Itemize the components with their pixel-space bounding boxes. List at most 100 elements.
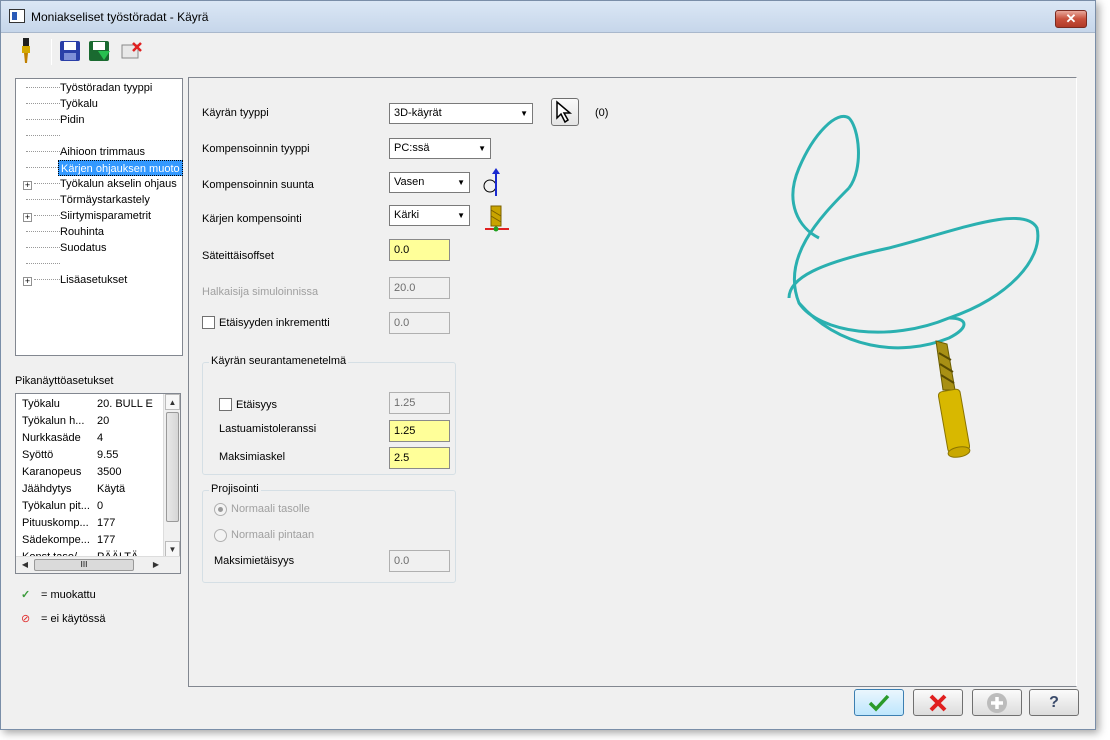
tip-comp-value: Kärki <box>394 209 420 221</box>
comp-type-select[interactable]: PC:ssä ▼ <box>389 138 491 159</box>
chordal-tolerance-input[interactable]: 1.25 <box>389 420 450 442</box>
expand-icon[interactable]: + <box>23 277 32 286</box>
tree-connector <box>26 151 60 152</box>
comp-dir-label: Kompensoinnin suunta <box>202 179 314 191</box>
tree-item-tip-control[interactable]: Kärjen ohjauksen muoto <box>58 160 183 176</box>
depth-increment-label: Etäisyyden inkrementti <box>219 317 330 329</box>
tree-connector <box>34 279 60 280</box>
tree-connector <box>26 263 60 264</box>
depth-increment-checkbox[interactable] <box>202 316 215 329</box>
quick-key: Jäähdytys <box>22 483 72 495</box>
picked-count: (0) <box>595 107 609 119</box>
tree-item-roughing[interactable]: Rouhinta <box>60 224 104 240</box>
tree-connector <box>34 215 60 216</box>
ok-button[interactable] <box>854 689 904 716</box>
list-item: Sädekompe... 177 <box>22 532 153 549</box>
tree-item-collision[interactable]: Törmäystarkastely <box>60 192 150 208</box>
horizontal-scrollbar[interactable]: ◀ III ▶ <box>16 556 180 573</box>
legend-modified: ✓ = muokattu <box>21 588 96 601</box>
distance-label: Etäisyys <box>236 399 277 411</box>
max-step-input[interactable]: 2.5 <box>389 447 450 469</box>
scroll-up-icon[interactable]: ▲ <box>165 394 180 410</box>
cross-icon <box>929 694 947 711</box>
quick-value: 20 <box>97 415 110 427</box>
quick-value: 0 <box>97 500 104 512</box>
quick-value: 177 <box>97 517 116 529</box>
check-icon: ✓ <box>21 589 31 601</box>
comp-dir-value: Vasen <box>394 176 425 188</box>
list-item: Työkalun pit... 0 <box>22 498 153 515</box>
toolbar <box>9 35 1089 73</box>
projection-title: Projisointi <box>209 483 261 495</box>
save-and-calc-icon[interactable] <box>87 37 113 65</box>
max-distance-label: Maksimietäisyys <box>214 555 295 567</box>
sim-diameter-input[interactable]: 20.0 <box>389 277 450 299</box>
max-distance-input[interactable]: 0.0 <box>389 550 450 572</box>
tool-icon[interactable] <box>13 37 39 65</box>
quick-key: Syöttö <box>22 449 54 461</box>
tree-item-stock-trim[interactable]: Aihioon trimmaus <box>60 144 145 160</box>
normal-to-plane-radio[interactable] <box>214 503 227 516</box>
quick-value: 4 <box>97 432 104 444</box>
close-button[interactable]: ✕ <box>1055 10 1087 28</box>
quick-key: Työkalun pit... <box>22 500 90 512</box>
scroll-right-icon[interactable]: ▶ <box>148 558 164 572</box>
tool-tip-icon <box>485 205 509 232</box>
scroll-down-icon[interactable]: ▼ <box>165 541 180 557</box>
quick-value: Käytä <box>97 483 126 495</box>
legend-disabled: ⊘ = ei käytössä <box>21 612 106 625</box>
expand-icon[interactable]: + <box>23 213 32 222</box>
list-item: Työkalun h... 20 <box>22 413 153 430</box>
tip-comp-select[interactable]: Kärki ▼ <box>389 205 470 226</box>
title-bar[interactable]: Moniakseliset työstöradat - Käyrä ✕ <box>1 1 1095 33</box>
chevron-down-icon: ▼ <box>457 178 465 187</box>
quick-key: Nurkkasäde <box>22 432 81 444</box>
list-item: Nurkkasäde 4 <box>22 430 153 447</box>
quick-value: 9.55 <box>97 449 119 461</box>
normal-to-plane-label: Normaali tasolle <box>231 503 310 515</box>
vertical-scrollbar[interactable]: ▲ ▼ <box>163 394 180 558</box>
save-icon[interactable] <box>57 37 83 65</box>
list-item: Työkalu 20. BULL E <box>22 396 153 413</box>
cancel-button[interactable] <box>913 689 963 716</box>
quick-key: Pituuskomp... <box>22 517 89 529</box>
delete-icon[interactable] <box>119 37 145 65</box>
no-entry-icon: ⊘ <box>21 613 31 625</box>
add-button[interactable] <box>972 689 1022 716</box>
legend-disabled-label: = ei käytössä <box>41 613 106 625</box>
curve-type-value: 3D-käyrät <box>394 107 442 119</box>
dialog-window: Moniakseliset työstöradat - Käyrä ✕ Työs… <box>0 0 1096 730</box>
radial-offset-input[interactable]: 0.0 <box>389 239 450 261</box>
quick-key: Työkalun h... <box>22 415 85 427</box>
help-button[interactable]: ? <box>1029 689 1079 716</box>
quick-view-title: Pikanäyttöasetukset <box>15 375 114 387</box>
distance-input[interactable]: 1.25 <box>389 392 450 414</box>
settings-tree: Työstöradan tyyppi Työkalu Pidin Aihioon… <box>15 78 183 356</box>
normal-to-surface-radio[interactable] <box>214 529 227 542</box>
chevron-down-icon: ▼ <box>520 109 528 118</box>
tree-item-tool-axis[interactable]: Työkalun akselin ohjaus <box>60 176 177 192</box>
tree-item-linking[interactable]: Siirtymisparametrit <box>60 208 151 224</box>
tree-item-filter[interactable]: Suodatus <box>60 240 106 256</box>
tree-item-holder[interactable]: Pidin <box>60 112 84 128</box>
comp-dir-select[interactable]: Vasen ▼ <box>389 172 470 193</box>
tree-item-toolpath-type[interactable]: Työstöradan tyyppi <box>60 80 152 96</box>
parameters-panel: Käyrän tyyppi 3D-käyrät ▼ (0) Kompensoinn… <box>188 77 1077 687</box>
expand-icon[interactable]: + <box>23 181 32 190</box>
pick-curve-button[interactable] <box>551 98 579 126</box>
tree-connector <box>26 135 60 136</box>
list-item: Syöttö 9.55 <box>22 447 153 464</box>
scroll-left-icon[interactable]: ◀ <box>17 558 33 572</box>
tip-comp-label: Kärjen kompensointi <box>202 213 302 225</box>
horizontal-scroll-thumb[interactable]: III <box>34 559 134 571</box>
normal-to-surface-label: Normaali pintaan <box>231 529 315 541</box>
depth-increment-input[interactable]: 0.0 <box>389 312 450 334</box>
quick-view-list: Työkalu 20. BULL E Työkalun h... 20 Nurkka… <box>15 393 181 574</box>
distance-checkbox[interactable] <box>219 398 232 411</box>
tree-item-advanced[interactable]: Lisäasetukset <box>60 272 127 288</box>
quick-value: 20. BULL E <box>97 398 153 410</box>
scroll-thumb[interactable] <box>166 412 179 522</box>
tree-item-tool[interactable]: Työkalu <box>60 96 98 112</box>
toolbar-separator <box>51 39 52 65</box>
curve-type-select[interactable]: 3D-käyrät ▼ <box>389 103 533 124</box>
